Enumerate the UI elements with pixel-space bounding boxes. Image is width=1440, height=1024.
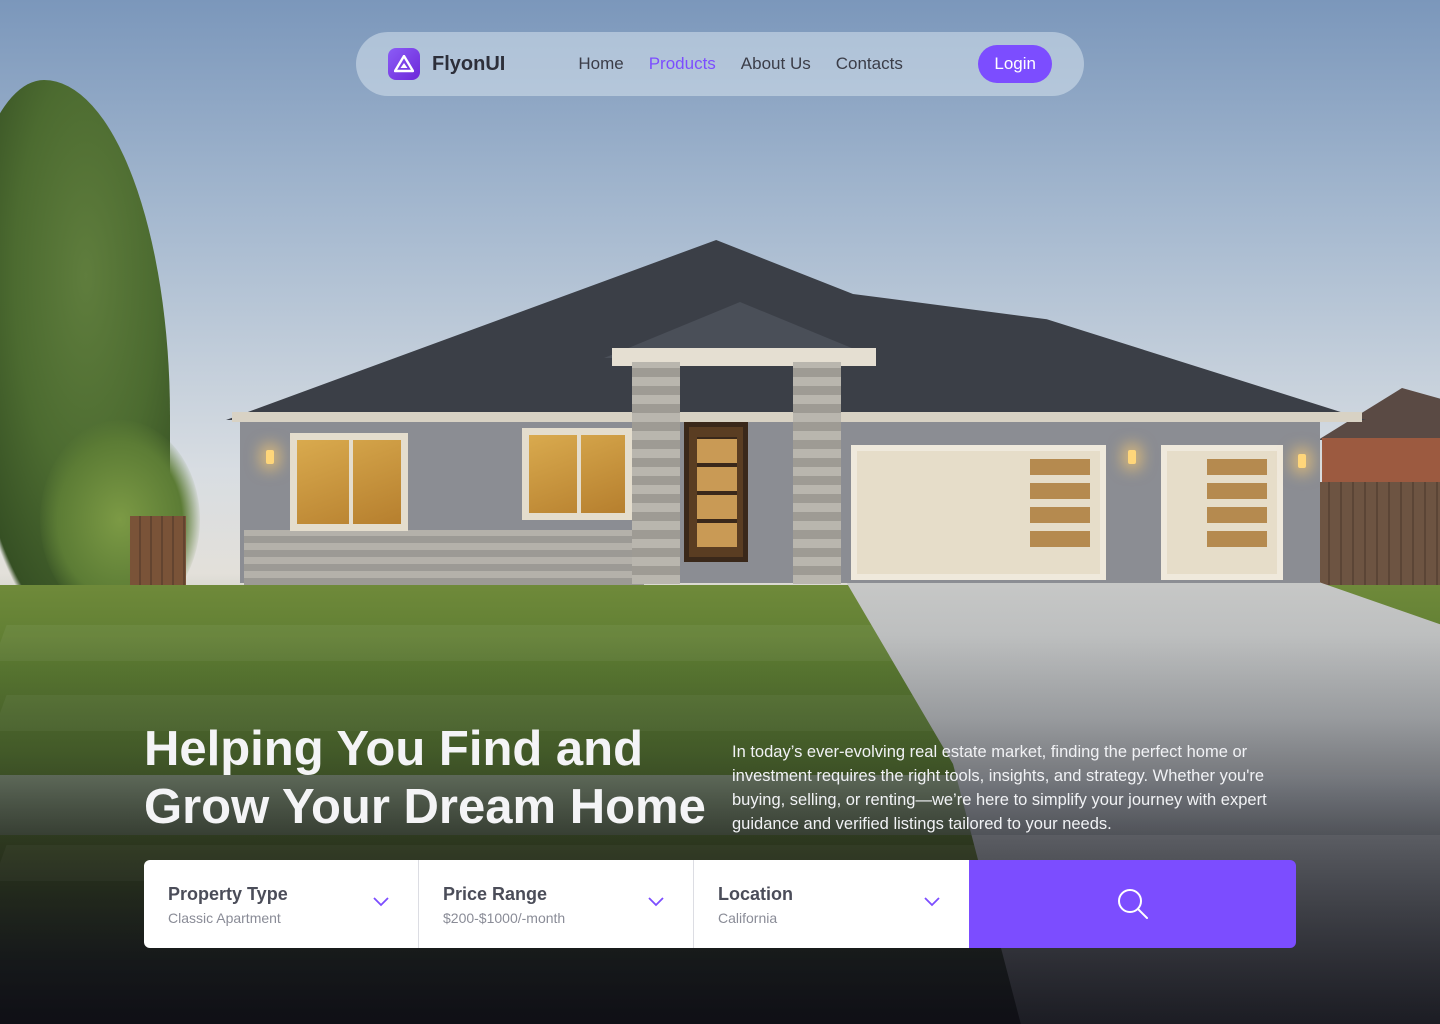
nav-link-contacts[interactable]: Contacts: [836, 54, 903, 74]
nav-link-products[interactable]: Products: [649, 54, 716, 74]
search-button[interactable]: [969, 860, 1296, 948]
brand[interactable]: FlyonUI: [388, 48, 505, 80]
flyonui-logo-icon: [388, 48, 420, 80]
location-dropdown[interactable]: Location California: [694, 860, 969, 948]
filter-label: Price Range: [443, 884, 548, 904]
filter-value: $200-$1000/-month: [443, 910, 566, 926]
nav-link-about-us[interactable]: About Us: [741, 54, 811, 74]
property-type-dropdown[interactable]: Property Type Classic Apartment: [144, 860, 419, 948]
hero-headline: Helping You Find and Grow Your Dream Hom…: [144, 720, 734, 836]
price-range-dropdown[interactable]: Price Range $200-$1000/-month: [419, 860, 694, 948]
filter-label: Location: [718, 884, 793, 904]
brand-name: FlyonUI: [432, 52, 506, 75]
chevron-down-icon: [373, 897, 389, 907]
login-button[interactable]: Login: [978, 45, 1052, 83]
chevron-down-icon: [648, 897, 664, 907]
chevron-down-icon: [924, 897, 940, 907]
filter-label: Property Type: [168, 884, 288, 904]
nav-links: Home Products About Us Contacts: [578, 54, 902, 74]
filter-value: Classic Apartment: [168, 910, 281, 926]
property-search-bar: Property Type Classic Apartment Price Ra…: [144, 860, 1296, 948]
hero-headline-line1: Helping You Find and: [144, 722, 644, 776]
search-icon: [1117, 889, 1148, 919]
hero-headline-line2: Grow Your Dream Home: [144, 780, 706, 834]
filter-value: California: [718, 910, 778, 926]
hero-description: In today’s ever-evolving real estate mar…: [732, 743, 1267, 833]
nav-link-home[interactable]: Home: [578, 54, 623, 74]
navbar: FlyonUI Home Products About Us Contacts …: [356, 32, 1084, 96]
